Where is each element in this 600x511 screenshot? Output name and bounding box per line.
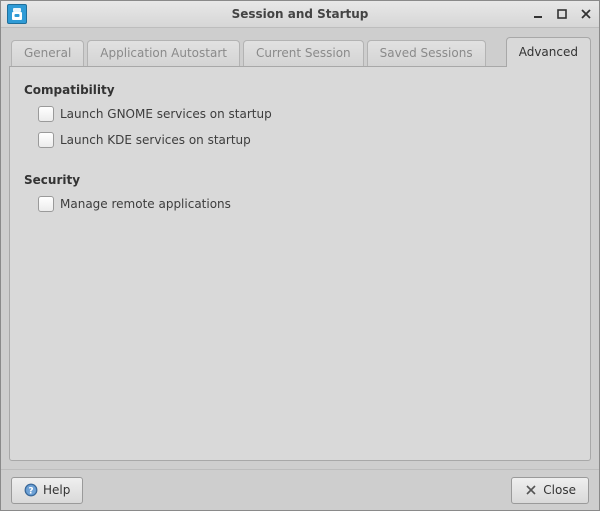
help-icon: ?: [24, 483, 38, 497]
tab-strip: General Application Autostart Current Se…: [9, 36, 591, 66]
help-button[interactable]: ? Help: [11, 477, 83, 504]
svg-text:?: ?: [28, 487, 33, 497]
close-icon: [524, 483, 538, 497]
minimize-button[interactable]: [531, 7, 545, 21]
maximize-button[interactable]: [555, 7, 569, 21]
help-button-label: Help: [43, 483, 70, 497]
tab-current-session[interactable]: Current Session: [243, 40, 364, 66]
checkbox-manage-remote[interactable]: [38, 196, 54, 212]
label-launch-kde: Launch KDE services on startup: [60, 133, 251, 147]
tab-general[interactable]: General: [11, 40, 84, 66]
label-manage-remote: Manage remote applications: [60, 197, 231, 211]
window: Session and Startup General Application …: [0, 0, 600, 511]
tab-application-autostart[interactable]: Application Autostart: [87, 40, 240, 66]
titlebar[interactable]: Session and Startup: [1, 1, 599, 28]
tab-saved-sessions[interactable]: Saved Sessions: [367, 40, 486, 66]
window-controls: [531, 7, 593, 21]
option-manage-remote[interactable]: Manage remote applications: [38, 193, 576, 215]
checkbox-launch-gnome[interactable]: [38, 106, 54, 122]
app-icon: [7, 4, 27, 24]
close-button-label: Close: [543, 483, 576, 497]
close-button[interactable]: Close: [511, 477, 589, 504]
window-title: Session and Startup: [1, 7, 599, 21]
option-launch-kde[interactable]: Launch KDE services on startup: [38, 129, 576, 151]
checkbox-launch-kde[interactable]: [38, 132, 54, 148]
tab-panel-advanced: Compatibility Launch GNOME services on s…: [9, 66, 591, 461]
content-area: General Application Autostart Current Se…: [1, 28, 599, 469]
button-bar: ? Help Close: [1, 469, 599, 510]
close-window-button[interactable]: [579, 7, 593, 21]
label-launch-gnome: Launch GNOME services on startup: [60, 107, 272, 121]
heading-security: Security: [24, 173, 576, 187]
tab-advanced[interactable]: Advanced: [506, 37, 591, 67]
heading-compatibility: Compatibility: [24, 83, 576, 97]
option-launch-gnome[interactable]: Launch GNOME services on startup: [38, 103, 576, 125]
